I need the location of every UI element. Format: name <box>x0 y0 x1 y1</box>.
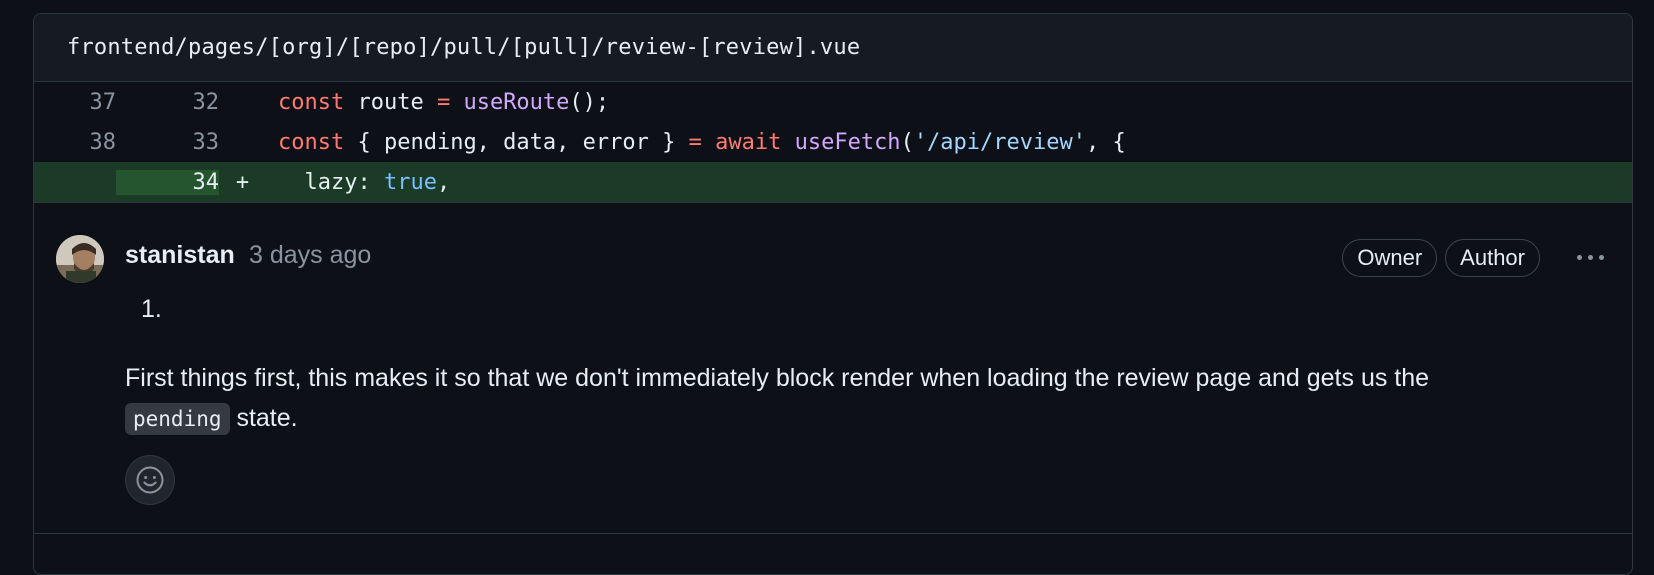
diff-line: 37 32 const route = useRoute(); <box>34 82 1632 122</box>
token-text: (); <box>569 89 610 115</box>
token-string: '/api/review' <box>913 129 1086 155</box>
code-line: lazy: true, <box>266 170 450 195</box>
author-badge: Author <box>1445 239 1540 277</box>
diff-line: 38 33 const { pending, data, error } = a… <box>34 122 1632 162</box>
list-number: 1. <box>141 295 162 323</box>
add-reaction-button[interactable] <box>125 455 175 505</box>
new-line-number[interactable]: 32 <box>116 90 220 115</box>
user-avatar-image <box>56 235 104 283</box>
diff-line-added: 34 + lazy: true, <box>34 162 1632 203</box>
dot <box>1598 254 1604 260</box>
file-path[interactable]: frontend/pages/[org]/[repo]/pull/[pull]/… <box>67 35 860 60</box>
token-operator: = <box>688 129 702 155</box>
token-function: useRoute <box>463 89 570 115</box>
code-line: const { pending, data, error } = await u… <box>266 130 1126 155</box>
token-text: ( <box>900 129 914 155</box>
comment-timestamp[interactable]: 3 days ago <box>249 241 371 270</box>
token-operator: = <box>436 89 451 115</box>
comment-divider <box>34 533 1632 534</box>
new-line-number[interactable]: 33 <box>116 130 220 155</box>
token-keyword: const <box>278 129 345 155</box>
owner-badge: Owner <box>1342 239 1438 277</box>
token-text: { pending, data, error } <box>344 129 689 155</box>
review-thread-panel: frontend/pages/[org]/[repo]/pull/[pull]/… <box>33 13 1633 575</box>
code-line: const route = useRoute(); <box>266 90 609 115</box>
diff-marker: + <box>235 169 250 195</box>
token-boolean: true <box>383 169 437 195</box>
token-function: useFetch <box>794 129 901 155</box>
file-path-header: frontend/pages/[org]/[repo]/pull/[pull]/… <box>34 14 1632 82</box>
token-text: , <box>436 169 451 195</box>
comment-text: First things first, this makes it so tha… <box>125 364 1430 392</box>
dot <box>1576 254 1582 260</box>
token-keyword: await <box>715 129 782 155</box>
inline-code: pending <box>125 403 230 435</box>
old-line-number[interactable]: 38 <box>34 130 117 155</box>
comment-author[interactable]: stanistan <box>125 241 235 270</box>
diff-table: 37 32 const route = useRoute(); 38 33 co… <box>34 82 1632 203</box>
smiley-icon <box>136 466 164 494</box>
avatar[interactable] <box>56 235 104 283</box>
dot <box>1587 254 1593 260</box>
kebab-horizontal-icon[interactable] <box>1572 243 1608 271</box>
old-line-number[interactable]: 37 <box>34 90 117 115</box>
token-text: route <box>344 89 437 115</box>
token-text: lazy: <box>278 169 384 195</box>
comment-text: state. <box>229 404 298 432</box>
token-text: , { <box>1086 129 1126 155</box>
author-badges: Owner Author <box>1342 239 1540 277</box>
token-keyword: const <box>278 89 345 115</box>
new-line-number[interactable]: 34 <box>116 169 219 195</box>
review-comment: stanistan 3 days ago Owner Author 1. Fir… <box>34 203 1632 543</box>
comment-body: First things first, this makes it so tha… <box>125 358 1525 439</box>
